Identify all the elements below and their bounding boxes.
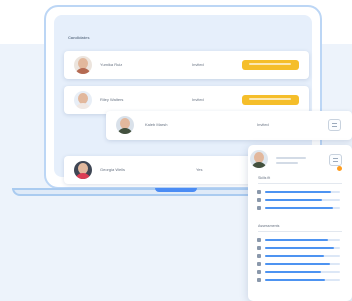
assessment-score-track-1 (265, 239, 340, 241)
skills-score-row-2 (257, 198, 342, 203)
skills-score-track-3 (265, 207, 340, 209)
skills-score-track-2 (265, 199, 340, 201)
detail-avatar-shoulders (251, 162, 267, 168)
assessment-score-fill-3 (265, 255, 324, 257)
assessment-score-track-2 (265, 247, 340, 249)
check-icon (257, 278, 261, 282)
skills-group-title: Skills fit (258, 176, 271, 180)
candidate-avatar-3 (116, 116, 134, 134)
skills-score-fill-3 (265, 207, 333, 209)
candidate-detail-panel: Skills fit Assessments (248, 145, 352, 301)
check-icon (257, 246, 261, 250)
candidate-status-2: Invited (192, 97, 204, 102)
check-icon (257, 270, 261, 274)
assessment-score-row-2 (257, 246, 342, 251)
candidate-avatar-4 (74, 161, 92, 179)
assessment-score-track-6 (265, 279, 340, 281)
skills-score-row-1 (257, 190, 342, 195)
detail-meta-placeholder (276, 162, 298, 164)
assessment-score-fill-4 (265, 263, 330, 265)
skills-score-fill-2 (265, 199, 322, 201)
chart-icon (257, 206, 261, 210)
assessment-score-row-6 (257, 278, 342, 283)
notification-dot-icon (337, 166, 342, 171)
assessment-score-row-4 (257, 262, 342, 267)
candidate-4-shoulders (75, 173, 91, 179)
candidate-name-3: Kaleb Marsh (145, 122, 168, 127)
assessment-score-track-4 (265, 263, 340, 265)
candidate-action-button-label-1 (249, 63, 291, 65)
assessment-score-fill-2 (265, 247, 334, 249)
check-icon (257, 262, 261, 266)
candidate-avatar-1 (74, 56, 92, 74)
check-icon (257, 254, 261, 258)
candidate-row-3[interactable]: Kaleb Marsh Invited (106, 111, 352, 140)
candidate-1-shoulders (75, 68, 91, 74)
skills-score-row-3 (257, 206, 342, 211)
chart-icon (257, 198, 261, 202)
assessment-score-row-3 (257, 254, 342, 259)
candidate-status-1: Invited (192, 62, 204, 67)
check-icon (257, 238, 261, 242)
detail-name-placeholder (276, 157, 306, 159)
candidate-name-1: Yumika Ruiz (100, 62, 123, 67)
candidate-action-button-2[interactable] (242, 95, 299, 105)
detail-avatar (250, 150, 268, 168)
candidate-name-4: Georgia Wells (100, 167, 126, 172)
candidate-row-1[interactable]: Yumika Ruiz Invited (64, 51, 309, 79)
candidate-status-4: Yes (196, 167, 203, 172)
assessments-group-divider (258, 231, 342, 232)
assessment-score-track-5 (265, 271, 340, 273)
candidate-name-2: Riley Walters (100, 97, 124, 102)
laptop-trackpad-notch (155, 188, 197, 192)
skills-score-fill-1 (265, 191, 331, 193)
candidate-status-3: Invited (257, 122, 269, 127)
assessment-score-fill-1 (265, 239, 328, 241)
canvas: Candidates Yumika Ruiz Invited Riley Wal… (0, 0, 352, 301)
assessments-group-title: Assessments (258, 224, 280, 228)
assessment-score-track-3 (265, 255, 340, 257)
skills-group-divider (258, 183, 342, 184)
candidates-section-title: Candidates (68, 35, 90, 40)
candidate-3-shoulders (117, 128, 133, 134)
assessment-score-fill-6 (265, 279, 325, 281)
candidate-avatar-2 (74, 91, 92, 109)
candidate-row-2[interactable]: Riley Walters Invited (64, 86, 309, 114)
chart-icon (257, 190, 261, 194)
detail-document-icon[interactable] (329, 154, 342, 166)
candidate-action-button-1[interactable] (242, 60, 299, 70)
skills-score-track-1 (265, 191, 340, 193)
document-icon[interactable] (328, 119, 341, 131)
candidate-action-button-label-2 (249, 98, 291, 100)
candidate-row-4[interactable]: Georgia Wells Yes (64, 156, 274, 184)
candidate-2-shoulders (75, 103, 91, 109)
assessment-score-row-5 (257, 270, 342, 275)
assessment-score-fill-5 (265, 271, 321, 273)
assessment-score-row-1 (257, 238, 342, 243)
